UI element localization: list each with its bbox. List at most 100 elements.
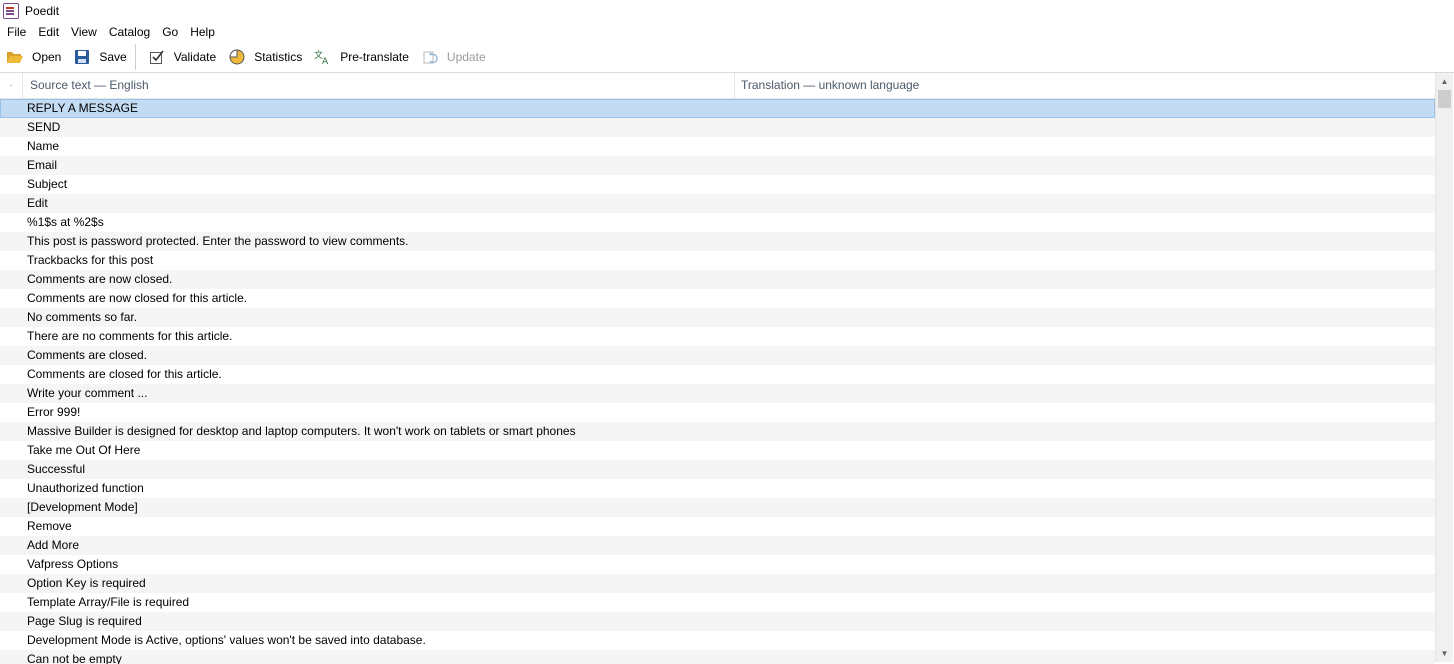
source-text-cell: Take me Out Of Here <box>27 443 141 457</box>
source-text-cell: No comments so far. <box>27 310 138 324</box>
source-text-cell: Massive Builder is designed for desktop … <box>27 424 576 438</box>
source-text-cell: There are no comments for this article. <box>27 329 233 343</box>
source-text-cell: Development Mode is Active, options' val… <box>27 633 426 647</box>
table-row[interactable]: Subject <box>0 175 1435 194</box>
translation-list: · Source text — English Translation — un… <box>0 72 1454 664</box>
table-row[interactable]: Remove <box>0 517 1435 536</box>
update-icon <box>421 48 439 66</box>
poedit-app-icon <box>3 2 19 19</box>
source-text-cell: Subject <box>27 177 68 191</box>
table-row[interactable]: %1$s at %2$s <box>0 213 1435 232</box>
source-text-cell: Write your comment ... <box>27 386 148 400</box>
source-text-cell: Remove <box>27 519 72 533</box>
source-text-cell: Error 999! <box>27 405 81 419</box>
menu-bar: File Edit View Catalog Go Help <box>0 22 1454 42</box>
table-row[interactable]: Can not be empty <box>0 650 1435 664</box>
list-header: · Source text — English Translation — un… <box>0 73 1435 99</box>
table-row[interactable]: Development Mode is Active, options' val… <box>0 631 1435 650</box>
table-row[interactable]: SEND <box>0 118 1435 137</box>
source-text-cell: Vafpress Options <box>27 557 119 571</box>
pre-translate-button[interactable]: 文A Pre-translate <box>308 45 415 69</box>
source-text-cell: Trackbacks for this post <box>27 253 154 267</box>
menu-catalog[interactable]: Catalog <box>103 25 156 39</box>
table-row[interactable]: Trackbacks for this post <box>0 251 1435 270</box>
source-text-cell: Comments are closed for this article. <box>27 367 222 381</box>
source-text-cell: Comments are closed. <box>27 348 148 362</box>
pie-chart-icon <box>228 48 246 66</box>
source-text-cell: Option Key is required <box>27 576 146 590</box>
scroll-thumb[interactable] <box>1438 90 1451 108</box>
table-row[interactable]: Comments are closed. <box>0 346 1435 365</box>
svg-text:A: A <box>322 57 329 65</box>
table-row[interactable]: Massive Builder is designed for desktop … <box>0 422 1435 441</box>
title-bar: Poedit <box>0 0 1454 21</box>
table-row[interactable]: Edit <box>0 194 1435 213</box>
table-row[interactable]: Email <box>0 156 1435 175</box>
toolbar: Open Save Validate Statistics 文A Pre-tra… <box>0 43 1454 70</box>
table-row[interactable]: Template Array/File is required <box>0 593 1435 612</box>
column-header-translation[interactable]: Translation — unknown language <box>735 73 919 98</box>
source-text-cell: SEND <box>27 120 61 134</box>
source-text-cell: [Development Mode] <box>27 500 138 514</box>
table-row[interactable]: There are no comments for this article. <box>0 327 1435 346</box>
source-text-cell: Successful <box>27 462 86 476</box>
floppy-disk-icon <box>73 48 91 66</box>
list-rows: REPLY A MESSAGE SEND Name Email Subject Edit%… <box>0 99 1435 664</box>
source-text-cell: Page Slug is required <box>27 614 142 628</box>
source-text-cell: Edit <box>27 196 48 210</box>
source-text-cell: This post is password protected. Enter t… <box>27 234 409 248</box>
scroll-up-icon[interactable]: ▲ <box>1436 73 1453 90</box>
table-row[interactable]: Vafpress Options <box>0 555 1435 574</box>
window-title: Poedit <box>25 3 60 18</box>
source-text-cell: Comments are now closed for this article… <box>27 291 248 305</box>
pre-translate-label: Pre-translate <box>340 49 409 64</box>
update-button[interactable]: Update <box>415 45 492 69</box>
column-header-source[interactable]: Source text — English <box>23 73 735 98</box>
save-label: Save <box>99 49 127 64</box>
menu-edit[interactable]: Edit <box>32 25 65 39</box>
source-text-cell: Email <box>27 158 58 172</box>
statistics-label: Statistics <box>254 49 303 64</box>
menu-view[interactable]: View <box>65 25 103 39</box>
folder-open-icon <box>6 48 24 66</box>
source-text-cell: Comments are now closed. <box>27 272 173 286</box>
open-label: Open <box>32 49 62 64</box>
validate-label: Validate <box>173 49 217 64</box>
source-text-cell: Template Array/File is required <box>27 595 190 609</box>
table-row[interactable]: Add More <box>0 536 1435 555</box>
table-row[interactable]: No comments so far. <box>0 308 1435 327</box>
column-header-marker[interactable]: · <box>0 73 23 98</box>
table-row[interactable]: [Development Mode] <box>0 498 1435 517</box>
checkmark-icon <box>148 48 166 66</box>
table-row[interactable]: REPLY A MESSAGE <box>0 99 1435 118</box>
table-row[interactable]: Unauthorized function <box>0 479 1435 498</box>
menu-help[interactable]: Help <box>184 25 221 39</box>
statistics-button[interactable]: Statistics <box>222 45 308 69</box>
table-row[interactable]: Comments are now closed for this article… <box>0 289 1435 308</box>
source-text-cell: REPLY A MESSAGE <box>27 101 138 115</box>
source-text-cell: Add More <box>27 538 80 552</box>
source-text-cell: %1$s at %2$s <box>27 215 104 229</box>
table-row[interactable]: Option Key is required <box>0 574 1435 593</box>
source-text-cell: Unauthorized function <box>27 481 144 495</box>
menu-go[interactable]: Go <box>156 25 184 39</box>
table-row[interactable]: Comments are closed for this article. <box>0 365 1435 384</box>
update-label: Update <box>446 49 486 64</box>
table-row[interactable]: Comments are now closed. <box>0 270 1435 289</box>
menu-file[interactable]: File <box>0 25 32 39</box>
table-row[interactable]: Take me Out Of Here <box>0 441 1435 460</box>
scroll-down-icon[interactable]: ▼ <box>1436 645 1453 662</box>
table-row[interactable]: Name <box>0 137 1435 156</box>
open-button[interactable]: Open <box>0 45 67 69</box>
source-text-cell: Can not be empty <box>27 652 122 664</box>
table-row[interactable]: Page Slug is required <box>0 612 1435 631</box>
validate-button[interactable]: Validate <box>142 45 222 69</box>
table-row[interactable]: Error 999! <box>0 403 1435 422</box>
table-row[interactable]: This post is password protected. Enter t… <box>0 232 1435 251</box>
save-button[interactable]: Save <box>67 45 132 69</box>
table-row[interactable]: Successful <box>0 460 1435 479</box>
vertical-scrollbar[interactable]: ▲ ▼ <box>1435 73 1453 662</box>
table-row[interactable]: Write your comment ... <box>0 384 1435 403</box>
translate-icon: 文A <box>314 48 332 66</box>
toolbar-separator <box>134 43 136 70</box>
